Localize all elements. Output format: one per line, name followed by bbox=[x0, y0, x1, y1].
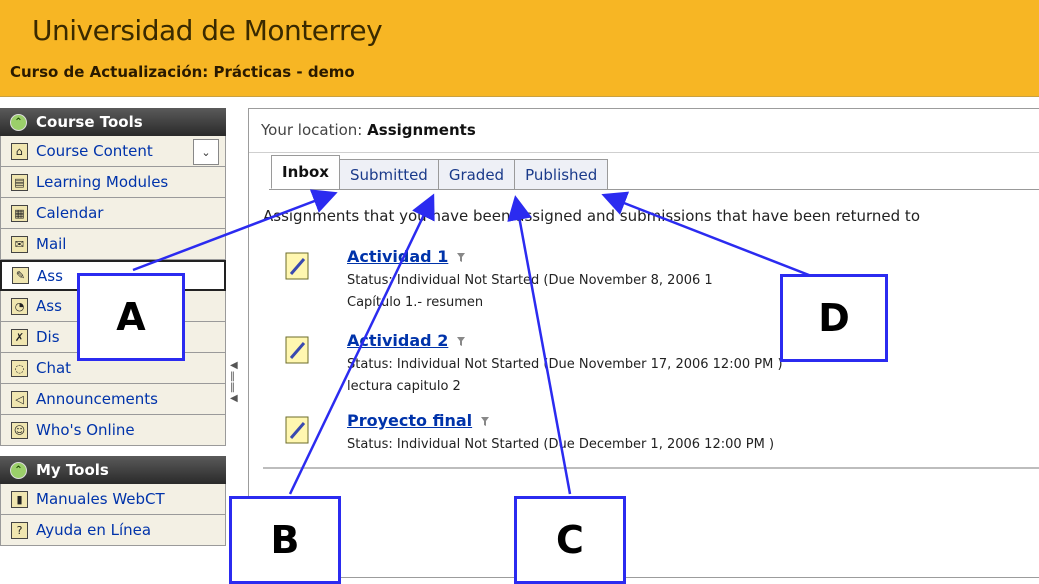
divider bbox=[249, 152, 1039, 153]
collapse-icon[interactable]: ⌃ bbox=[10, 113, 27, 131]
megaphone-icon: ◁ bbox=[11, 390, 28, 408]
sidebar-item-label: Who's Online bbox=[36, 421, 135, 439]
assignment-status: Status: Individual Not Started (Due Nove… bbox=[347, 273, 713, 288]
sidebar-splitter[interactable]: ◀ ‖ ‖ ◀ bbox=[230, 360, 238, 430]
university-title: Universidad de Monterrey bbox=[32, 14, 383, 47]
tab-bar: Inbox Submitted Graded Published bbox=[271, 155, 609, 189]
sidebar-item-label: Chat bbox=[36, 359, 72, 377]
mail-icon: ✉ bbox=[11, 235, 28, 253]
assignment-title-link[interactable]: Actividad 2 bbox=[347, 331, 466, 350]
tab-divider bbox=[269, 189, 1039, 190]
assignments-icon: ✎ bbox=[12, 267, 29, 284]
divider bbox=[263, 467, 1039, 469]
course-title: Curso de Actualización: Prácticas - demo bbox=[10, 63, 355, 81]
sidebar-item-label: Dis bbox=[36, 328, 60, 346]
sidebar-item-label: Announcements bbox=[36, 390, 158, 408]
filter-icon[interactable] bbox=[456, 336, 466, 347]
chat-icon: ◌ bbox=[11, 359, 28, 377]
sidebar-item-label: Calendar bbox=[36, 204, 104, 222]
book-icon: ▮ bbox=[11, 490, 28, 508]
sidebar-item-label: Ayuda en Línea bbox=[36, 521, 152, 539]
sidebar-item-label: Mail bbox=[36, 235, 67, 253]
callout-b: B bbox=[229, 496, 341, 584]
sidebar-item-calendar[interactable]: ▦ Calendar bbox=[0, 198, 226, 229]
tab-submitted[interactable]: Submitted bbox=[338, 159, 439, 189]
sidebar-item-manuales[interactable]: ▮ Manuales WebCT bbox=[0, 484, 226, 515]
my-tools-title: My Tools bbox=[36, 461, 109, 479]
callout-a: A bbox=[77, 273, 185, 361]
chevron-down-icon[interactable]: ⌄ bbox=[193, 139, 219, 165]
assignment-title[interactable]: Actividad 1 bbox=[347, 247, 448, 266]
sidebar-item-label: Manuales WebCT bbox=[36, 490, 165, 508]
people-icon: ☺ bbox=[11, 421, 28, 439]
callout-c: C bbox=[514, 496, 626, 584]
sidebar-item-mail[interactable]: ✉ Mail bbox=[0, 229, 226, 260]
assignment-icon bbox=[285, 252, 309, 280]
assignment-title-link[interactable]: Actividad 1 bbox=[347, 247, 466, 266]
location-label: Your location: bbox=[261, 121, 363, 139]
header-banner: Universidad de Monterrey Curso de Actual… bbox=[0, 0, 1039, 97]
calendar-icon: ▦ bbox=[11, 204, 28, 222]
main-content: Your location: Assignments Inbox Submitt… bbox=[248, 108, 1039, 578]
modules-icon: ▤ bbox=[11, 173, 28, 191]
tab-inbox[interactable]: Inbox bbox=[271, 155, 340, 189]
course-tools-header[interactable]: ⌃ Course Tools bbox=[0, 108, 226, 136]
sidebar-item-label: Learning Modules bbox=[36, 173, 169, 191]
assignment-title[interactable]: Proyecto final bbox=[347, 411, 472, 430]
intro-text: Assignments that you have been assigned … bbox=[263, 207, 920, 225]
home-icon: ⌂ bbox=[11, 142, 28, 160]
discussions-icon: ✗ bbox=[11, 328, 28, 346]
assignment-description: Capítulo 1.- resumen bbox=[347, 295, 484, 310]
assignment-icon bbox=[285, 336, 309, 364]
location-value: Assignments bbox=[367, 121, 476, 139]
tab-graded[interactable]: Graded bbox=[437, 159, 516, 189]
assessments-icon: ◔ bbox=[11, 297, 28, 315]
course-tools-title: Course Tools bbox=[36, 113, 143, 131]
assignment-title-link[interactable]: Proyecto final bbox=[347, 411, 490, 430]
sidebar-item-label: Ass bbox=[36, 297, 62, 315]
filter-icon[interactable] bbox=[456, 252, 466, 263]
tab-published[interactable]: Published bbox=[514, 159, 609, 189]
sidebar-item-label: Ass bbox=[37, 266, 63, 285]
assignment-title[interactable]: Actividad 2 bbox=[347, 331, 448, 350]
sidebar-item-whos-online[interactable]: ☺ Who's Online bbox=[0, 415, 226, 446]
callout-d: D bbox=[780, 274, 888, 362]
assignment-description: lectura capitulo 2 bbox=[347, 379, 461, 394]
sidebar-item-learning-modules[interactable]: ▤ Learning Modules bbox=[0, 167, 226, 198]
sidebar-item-course-content[interactable]: ⌂ Course Content ⌄ bbox=[0, 136, 226, 167]
sidebar-item-ayuda[interactable]: ? Ayuda en Línea bbox=[0, 515, 226, 546]
filter-icon[interactable] bbox=[480, 416, 490, 427]
sidebar-item-label: Course Content bbox=[36, 142, 153, 160]
assignment-status: Status: Individual Not Started (Due Dece… bbox=[347, 437, 775, 452]
sidebar-item-announcements[interactable]: ◁ Announcements bbox=[0, 384, 226, 415]
assignment-icon bbox=[285, 416, 309, 444]
my-tools-header[interactable]: ⌃ My Tools bbox=[0, 456, 226, 484]
breadcrumb: Your location: Assignments bbox=[261, 121, 476, 139]
collapse-icon[interactable]: ⌃ bbox=[10, 461, 27, 479]
assignment-status: Status: Individual Not Started (Due Nove… bbox=[347, 357, 783, 372]
help-icon: ? bbox=[11, 521, 28, 539]
